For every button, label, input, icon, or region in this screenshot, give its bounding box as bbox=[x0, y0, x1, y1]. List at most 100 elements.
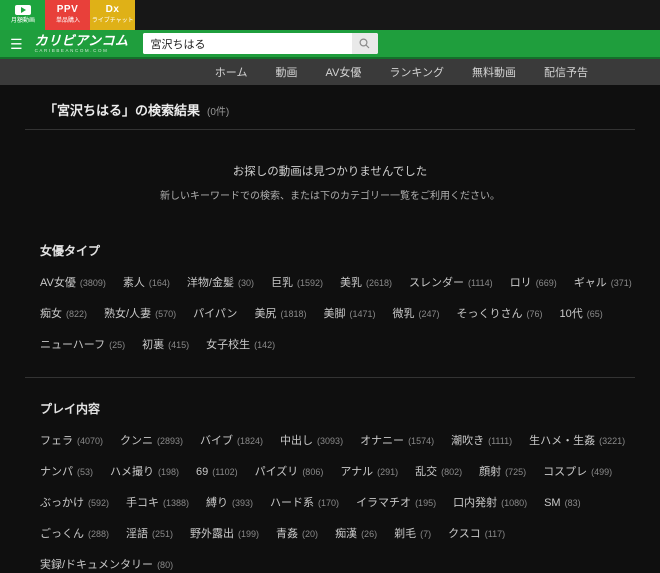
nav-link-5[interactable]: 配信予告 bbox=[544, 64, 588, 80]
category-tag[interactable]: 中出し(3093) bbox=[280, 431, 343, 449]
category-tag[interactable]: コスプレ(499) bbox=[543, 462, 612, 480]
nav-link-1[interactable]: 動画 bbox=[275, 64, 297, 80]
category-tag[interactable]: 剃毛(7) bbox=[394, 524, 431, 542]
category-tag[interactable]: 痴漢(26) bbox=[335, 524, 377, 542]
empty-result-block: お探しの動画は見つかりませんでした 新しいキーワードでの検索、または下のカテゴリ… bbox=[0, 163, 660, 202]
category-tag[interactable]: フェラ(4070) bbox=[40, 431, 103, 449]
category-tag-label: ギャル bbox=[574, 277, 607, 289]
category-tag-count: (20) bbox=[302, 529, 318, 539]
category-tag[interactable]: パイパン bbox=[193, 304, 237, 322]
category-tag-count: (1114) bbox=[468, 278, 493, 288]
category-tag[interactable]: 洋物/金髪(30) bbox=[187, 273, 254, 291]
category-tag-label: AV女優 bbox=[40, 277, 76, 289]
category-tag[interactable]: AV女優(3809) bbox=[40, 273, 106, 291]
nav-link-4[interactable]: 無料動画 bbox=[472, 64, 516, 80]
nav-link-3[interactable]: ランキング bbox=[389, 64, 444, 80]
category-tag[interactable]: クンニ(2893) bbox=[120, 431, 183, 449]
category-tag[interactable]: ぶっかけ(592) bbox=[40, 493, 109, 511]
category-tag[interactable]: SM(83) bbox=[544, 493, 581, 511]
empty-hint: 新しいキーワードでの検索、または下のカテゴリー一覧をご利用ください。 bbox=[0, 187, 660, 202]
category-tag[interactable]: ごっくん(288) bbox=[40, 524, 109, 542]
site-header: ☰ カリビアンコム CARIBBEANCOM.COM bbox=[0, 30, 660, 59]
category-tag-count: (592) bbox=[88, 498, 109, 508]
tab-monthly-video[interactable]: 月額動画 bbox=[0, 0, 45, 30]
category-tag[interactable]: 美乳(2618) bbox=[340, 273, 392, 291]
category-tag[interactable]: 縛り(393) bbox=[206, 493, 253, 511]
category-tag[interactable]: 素人(164) bbox=[123, 273, 170, 291]
category-tag[interactable]: ナンパ(53) bbox=[40, 462, 93, 480]
site-logo[interactable]: カリビアンコム CARIBBEANCOM.COM bbox=[35, 34, 129, 53]
category-tag-count: (4070) bbox=[77, 436, 103, 446]
category-tag[interactable]: 淫語(251) bbox=[126, 524, 173, 542]
category-tag-count: (499) bbox=[591, 467, 612, 477]
category-tag-label: 女子校生 bbox=[206, 339, 250, 351]
category-tag[interactable]: イラマチオ(195) bbox=[356, 493, 436, 511]
tab-ppv[interactable]: PPV 単品購入 bbox=[45, 0, 90, 30]
category-tag[interactable]: そっくりさん (76) bbox=[456, 304, 542, 322]
category-tag-label: 巨乳 bbox=[271, 277, 293, 289]
category-tag[interactable]: 顔射(725) bbox=[479, 462, 526, 480]
main-nav: ホーム 動画 AV女優 ランキング 無料動画 配信予告 bbox=[0, 59, 660, 85]
category-tag[interactable]: 初裏(415) bbox=[142, 335, 189, 353]
category-tag[interactable]: ニューハーフ(25) bbox=[40, 335, 125, 353]
nav-link-0[interactable]: ホーム bbox=[215, 64, 248, 80]
category-tag-label: 美乳 bbox=[340, 277, 362, 289]
category-tag-count: (247) bbox=[418, 309, 439, 319]
category-tag-count: (1388) bbox=[163, 498, 189, 508]
category-tag[interactable]: 潮吹き(1111) bbox=[451, 431, 512, 449]
category-tag-count: (30) bbox=[238, 278, 254, 288]
category-tag-count: (2893) bbox=[157, 436, 183, 446]
category-tag-count: (3093) bbox=[317, 436, 343, 446]
nav-link-2[interactable]: AV女優 bbox=[325, 64, 361, 80]
category-tag[interactable]: 生ハメ・生姦(3221) bbox=[529, 431, 625, 449]
category-tag[interactable]: アナル(291) bbox=[340, 462, 398, 480]
category-tag-count: (76) bbox=[526, 309, 542, 319]
category-tag[interactable]: 乱交(802) bbox=[415, 462, 462, 480]
category-tag[interactable]: ハメ撮り(198) bbox=[110, 462, 179, 480]
category-tag-label: 美脚 bbox=[323, 308, 345, 320]
section-divider bbox=[25, 377, 635, 378]
category-tag[interactable]: 美脚(1471) bbox=[323, 304, 375, 322]
category-tag[interactable]: 野外露出(199) bbox=[190, 524, 259, 542]
category-tag[interactable]: 実録/ドキュメンタリー(80) bbox=[40, 555, 173, 573]
category-tag[interactable]: 微乳(247) bbox=[392, 304, 439, 322]
category-tag[interactable]: 熟女/人妻(570) bbox=[104, 304, 176, 322]
category-tag-label: 69 bbox=[196, 466, 208, 478]
category-tag-label: 生ハメ・生姦 bbox=[529, 435, 595, 447]
category-tag[interactable]: クスコ(117) bbox=[448, 524, 505, 542]
category-tag[interactable]: ロリ(669) bbox=[510, 273, 557, 291]
category-tag[interactable]: 青姦(20) bbox=[276, 524, 318, 542]
category-tag[interactable]: 手コキ(1388) bbox=[126, 493, 189, 511]
search-box bbox=[143, 33, 378, 54]
category-tag[interactable]: 美尻(1818) bbox=[254, 304, 306, 322]
category-tag[interactable]: オナニー(1574) bbox=[360, 431, 434, 449]
category-tag-count: (117) bbox=[485, 529, 505, 539]
category-tag-label: 10代 bbox=[560, 308, 583, 320]
category-tag-label: そっくりさん bbox=[456, 308, 522, 320]
category-tag[interactable]: 69(1102) bbox=[196, 462, 238, 480]
category-tag-label: イラマチオ bbox=[356, 497, 411, 509]
category-tag-count: (1592) bbox=[297, 278, 323, 288]
category-tag-count: (371) bbox=[611, 278, 632, 288]
category-tag[interactable]: 10代(65) bbox=[560, 304, 603, 322]
category-tag-count: (669) bbox=[536, 278, 557, 288]
category-tag[interactable]: 女子校生(142) bbox=[206, 335, 275, 353]
category-tag[interactable]: パイズリ(806) bbox=[255, 462, 324, 480]
hamburger-menu-icon[interactable]: ☰ bbox=[10, 37, 23, 51]
category-tag[interactable]: 巨乳 (1592) bbox=[271, 273, 323, 291]
category-tag-label: バイブ bbox=[200, 435, 233, 447]
search-button[interactable] bbox=[352, 33, 378, 54]
category-tag[interactable]: 痴女(822) bbox=[40, 304, 87, 322]
category-tag-label: アナル bbox=[340, 466, 373, 478]
category-tag[interactable]: バイブ(1824) bbox=[200, 431, 263, 449]
category-tag[interactable]: ギャル (371) bbox=[574, 273, 632, 291]
tab-livechat[interactable]: Dx ライブチャット bbox=[90, 0, 135, 30]
category-tag-count: (80) bbox=[157, 560, 173, 570]
category-tag[interactable]: スレンダー(1114) bbox=[409, 273, 493, 291]
category-tag-count: (164) bbox=[149, 278, 170, 288]
category-tag[interactable]: ハード系(170) bbox=[270, 493, 339, 511]
category-tag-count: (288) bbox=[88, 529, 109, 539]
category-tag[interactable]: 口内発射(1080) bbox=[453, 493, 527, 511]
category-tag-count: (25) bbox=[109, 340, 125, 350]
search-input[interactable] bbox=[143, 33, 352, 54]
